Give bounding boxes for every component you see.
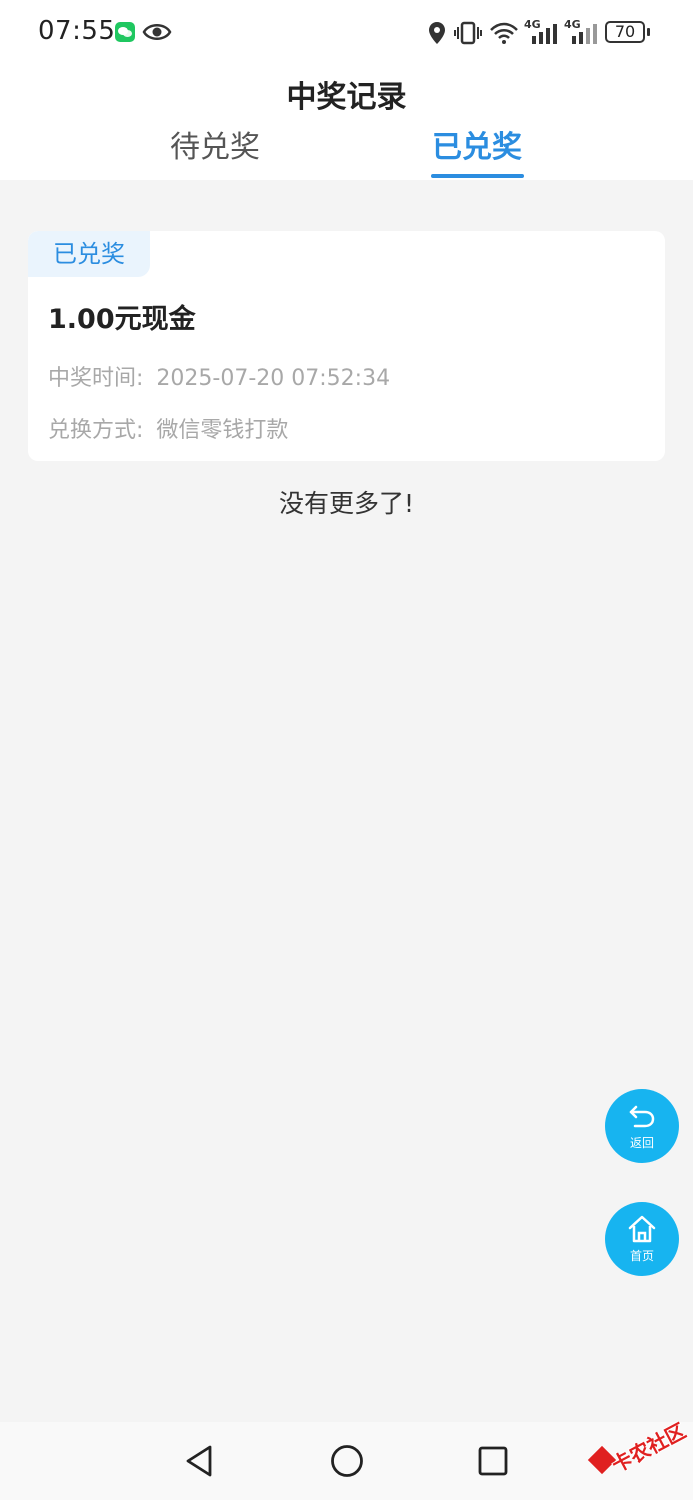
wifi-icon <box>490 22 518 44</box>
redeem-method-value: 微信零钱打款 <box>156 418 289 443</box>
redeem-method-row: 兑换方式: 微信零钱打款 <box>48 412 288 444</box>
header: 中奖记录 待兑奖 已兑奖 <box>0 64 693 180</box>
battery-level: 70 <box>614 22 636 41</box>
status-time: 07:55 <box>38 16 116 46</box>
nav-back-triangle-icon[interactable] <box>183 1444 215 1478</box>
back-arrow-icon <box>629 1105 655 1128</box>
home-button[interactable]: 首页 <box>605 1202 679 1276</box>
home-icon <box>628 1215 656 1243</box>
watermark: 卡农社区 <box>587 1418 690 1478</box>
active-tab-indicator <box>431 174 524 178</box>
status-badge: 已兑奖 <box>28 231 150 277</box>
back-button-label: 返回 <box>629 1136 654 1150</box>
battery-icon: 70 <box>605 21 645 43</box>
watermark-text: 卡农社区 <box>607 1418 690 1478</box>
win-time-row: 中奖时间: 2025-07-20 07:52:34 <box>48 360 390 392</box>
redeem-method-label: 兑换方式: <box>48 418 144 443</box>
prize-title: 1.00元现金 <box>48 304 196 335</box>
home-button-label: 首页 <box>629 1249 654 1263</box>
win-time-label: 中奖时间: <box>48 366 144 391</box>
status-bar: 07:55 4G 4G 70 <box>0 0 693 64</box>
nav-home-circle-icon[interactable] <box>330 1444 364 1478</box>
eye-icon <box>142 24 172 40</box>
location-icon <box>429 22 445 44</box>
battery-tip <box>647 28 650 36</box>
nav-recents-square-icon[interactable] <box>478 1446 508 1476</box>
prize-record-card[interactable]: 已兑奖 1.00元现金 中奖时间: 2025-07-20 07:52:34 兑换… <box>28 231 665 461</box>
cell-signal-2-icon: 4G <box>564 18 598 46</box>
page-title: 中奖记录 <box>286 80 407 115</box>
tab-pending-redemption[interactable]: 待兑奖 <box>170 122 260 166</box>
cell-signal-1-icon: 4G <box>524 18 558 46</box>
wechat-notification-icon <box>115 22 135 42</box>
tab-redeemed[interactable]: 已兑奖 <box>432 122 522 166</box>
win-time-value: 2025-07-20 07:52:34 <box>156 366 391 391</box>
back-button[interactable]: 返回 <box>605 1089 679 1163</box>
list-end-text: 没有更多了! <box>278 489 415 518</box>
vibrate-icon <box>454 21 482 45</box>
